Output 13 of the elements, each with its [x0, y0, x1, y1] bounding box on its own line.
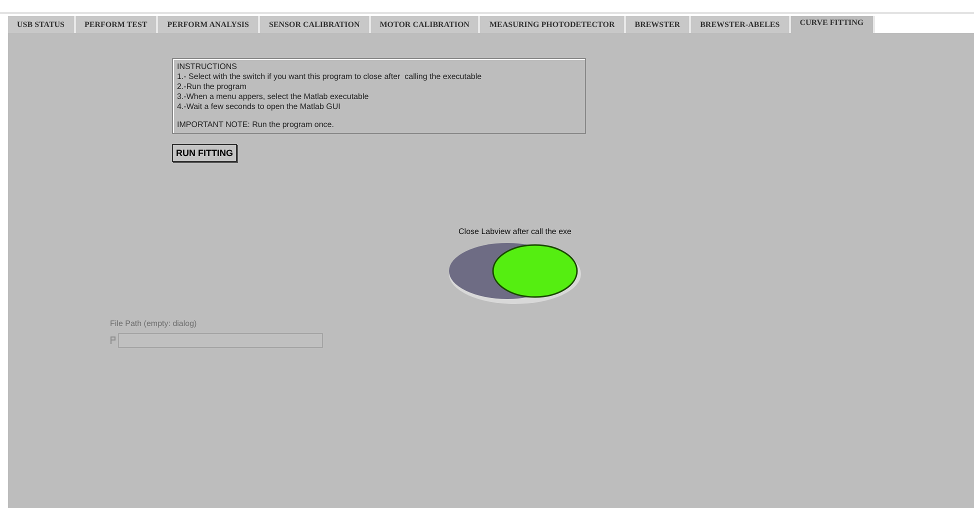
- tab[interactable]: PERFORM TEST: [76, 16, 158, 33]
- instructions-text: INSTRUCTIONS 1.- Select with the switch if you want this program to close after calling the executable 2.-Run the program 3.-When a menu appers, select the Matlab executable 4.-Wait a few seconds to open the Matlab GUI IMPORTANT NOTE: Run the program once.: [172, 58, 586, 134]
- tab[interactable]: SENSOR CALIBRATION: [260, 16, 371, 33]
- tab[interactable]: USB STATUS: [8, 16, 76, 33]
- tab[interactable]: PERFORM ANALYSIS: [158, 16, 260, 33]
- tab[interactable]: BREWSTER-ABELES: [691, 16, 791, 33]
- tab[interactable]: CURVE FITTING: [790, 16, 875, 33]
- tab[interactable]: BREWSTER: [626, 16, 692, 33]
- switch-label: Close Labview after call the exe: [458, 226, 572, 238]
- tab[interactable]: MEASURING PHOTODETECTOR: [480, 16, 626, 33]
- run-fitting-button[interactable]: RUN FITTING: [172, 144, 237, 162]
- tab[interactable]: MOTOR CALIBRATION: [370, 16, 480, 33]
- file-path-label: File Path (empty: dialog): [110, 318, 198, 330]
